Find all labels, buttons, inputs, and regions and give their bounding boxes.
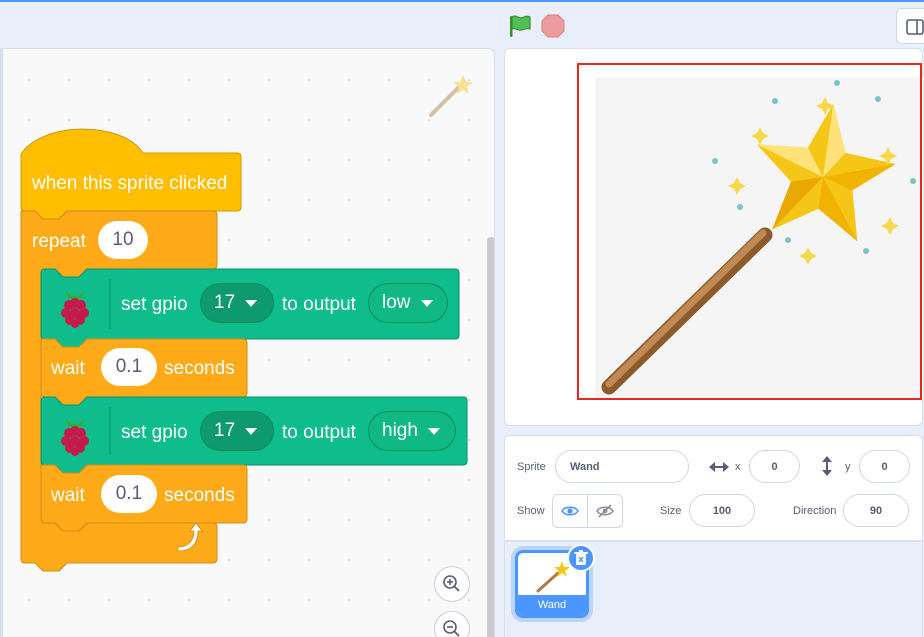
size-input[interactable]: 100 bbox=[689, 494, 755, 527]
hat-block-label: when this sprite clicked bbox=[32, 173, 228, 194]
stage[interactable] bbox=[504, 48, 923, 426]
y-label: y bbox=[845, 461, 851, 473]
chevron-down-icon bbox=[427, 427, 440, 435]
code-workspace[interactable]: when this sprite clicked repeat 10 set g… bbox=[0, 48, 495, 637]
resize-vertical-icon bbox=[822, 456, 832, 476]
gpio-pin-dropdown[interactable]: 17 bbox=[200, 411, 274, 451]
x-position-input[interactable]: 0 bbox=[749, 450, 800, 483]
gpio-pin-value: 17 bbox=[214, 420, 236, 441]
gpio-pin-dropdown[interactable]: 17 bbox=[200, 283, 274, 323]
wait-seconds-input[interactable]: 0.1 bbox=[101, 475, 157, 513]
seconds-label: seconds bbox=[164, 485, 235, 506]
zoom-out-icon bbox=[443, 620, 460, 637]
to-output-label: to output bbox=[282, 294, 356, 315]
sprite-label: Sprite bbox=[517, 461, 546, 473]
chevron-down-icon bbox=[245, 427, 258, 435]
repeat-label: repeat bbox=[32, 231, 86, 252]
size-label: Size bbox=[660, 505, 682, 517]
output-state-dropdown[interactable]: low bbox=[368, 283, 448, 323]
set-gpio-label: set gpio bbox=[121, 422, 188, 443]
show-sprite-button[interactable] bbox=[552, 494, 588, 528]
gpio-pin-value: 17 bbox=[214, 292, 236, 313]
zoom-out-button[interactable] bbox=[434, 611, 470, 637]
wait-label: wait bbox=[51, 358, 85, 379]
repeat-count-input[interactable]: 10 bbox=[98, 221, 148, 259]
sprite-name-input[interactable]: Wand bbox=[555, 450, 689, 483]
green-flag-icon[interactable] bbox=[507, 13, 533, 39]
output-state-value: low bbox=[382, 292, 411, 313]
output-state-value: high bbox=[382, 420, 418, 441]
set-gpio-label: set gpio bbox=[121, 294, 188, 315]
direction-input[interactable]: 90 bbox=[843, 494, 909, 527]
eye-icon bbox=[561, 506, 579, 516]
wait-seconds-input[interactable]: 0.1 bbox=[101, 348, 157, 386]
x-label: x bbox=[735, 461, 741, 473]
seconds-label: seconds bbox=[164, 358, 235, 379]
menu-bar bbox=[0, 0, 924, 46]
workspace-scrollbar[interactable] bbox=[487, 237, 494, 637]
sprite-info-panel: Sprite Wand x 0 y 0 Show Size 100 Direct… bbox=[504, 435, 923, 541]
chevron-down-icon bbox=[420, 299, 433, 307]
to-output-label: to output bbox=[282, 422, 356, 443]
hide-sprite-button[interactable] bbox=[587, 494, 623, 528]
sprite-tile-name: Wand bbox=[518, 595, 586, 615]
sprite-list: Wand bbox=[504, 541, 923, 637]
wait-label: wait bbox=[51, 485, 85, 506]
output-state-dropdown[interactable]: high bbox=[368, 411, 456, 451]
eye-off-icon bbox=[596, 504, 614, 518]
layout-toggle-icon bbox=[906, 19, 924, 35]
direction-label: Direction bbox=[793, 505, 837, 517]
resize-horizontal-icon bbox=[709, 462, 729, 472]
zoom-in-icon bbox=[443, 575, 460, 592]
wand-sprite[interactable] bbox=[595, 77, 923, 400]
delete-sprite-button[interactable] bbox=[567, 544, 595, 572]
chevron-down-icon bbox=[245, 299, 258, 307]
stop-icon[interactable] bbox=[541, 14, 565, 38]
blocks-script[interactable] bbox=[3, 49, 483, 609]
trash-icon bbox=[574, 550, 588, 565]
zoom-in-button[interactable] bbox=[434, 566, 470, 602]
show-label: Show bbox=[517, 505, 545, 517]
stage-layout-button[interactable] bbox=[896, 8, 924, 44]
y-position-input[interactable]: 0 bbox=[859, 450, 910, 483]
